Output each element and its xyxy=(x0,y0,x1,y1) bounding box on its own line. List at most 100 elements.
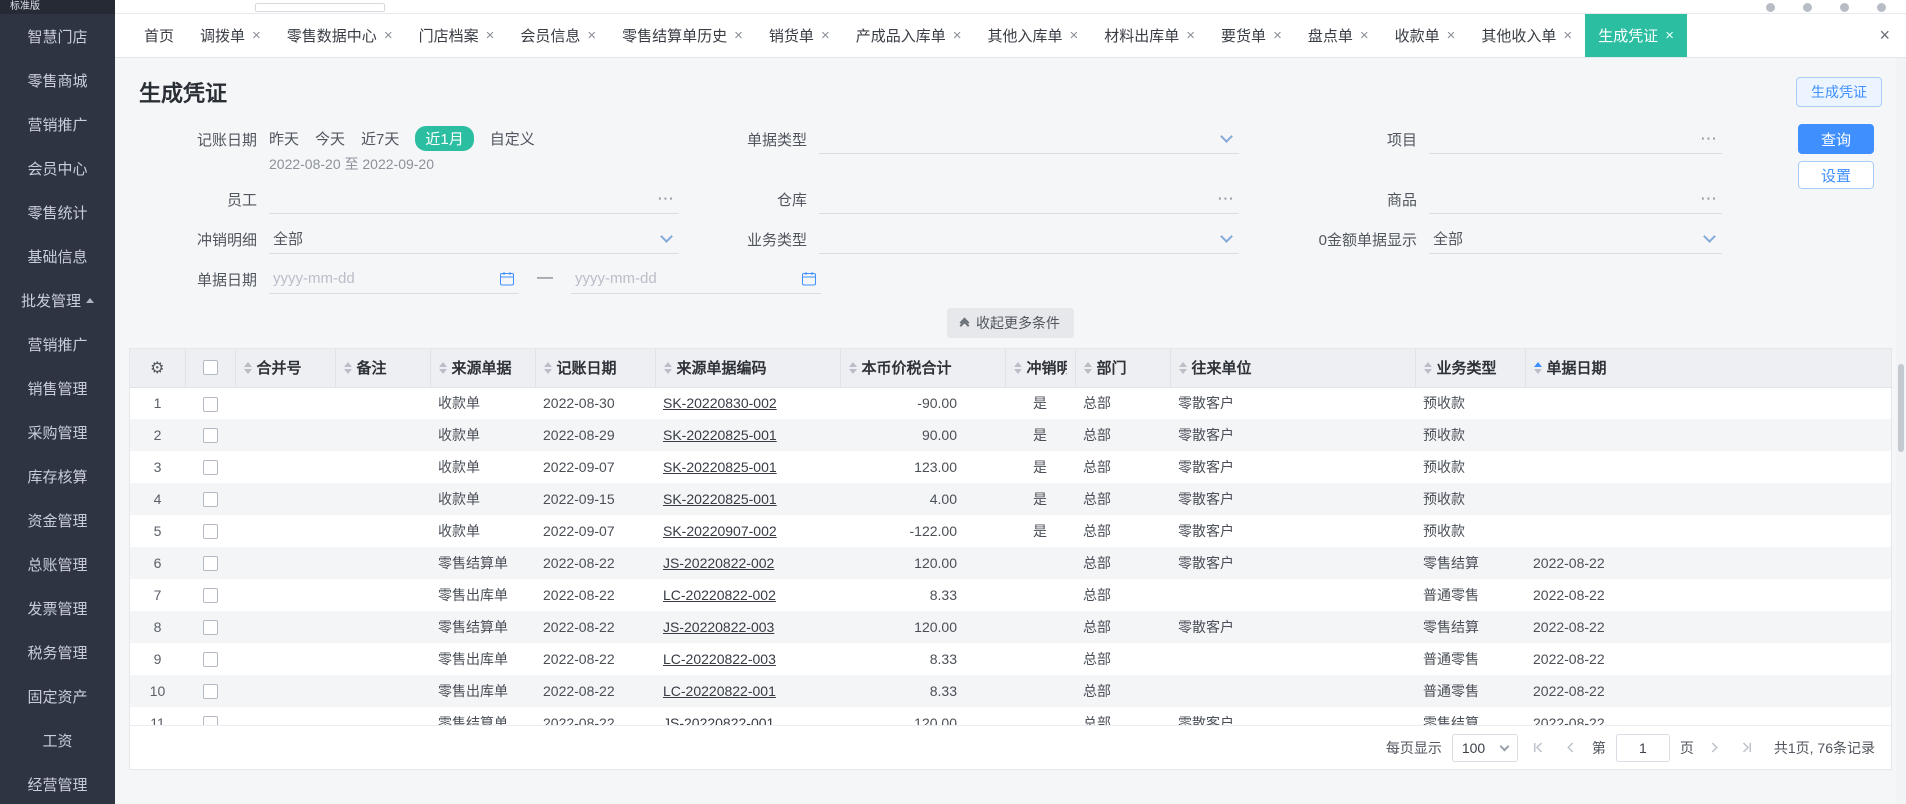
sort-icons[interactable] xyxy=(663,361,672,374)
topbar-icon[interactable] xyxy=(1766,3,1775,12)
tab-close-icon[interactable]: × xyxy=(1070,28,1079,43)
sort-icons[interactable] xyxy=(1013,361,1022,374)
close-all-tabs-icon[interactable]: × xyxy=(1863,25,1906,46)
sidebar-item[interactable]: 采购管理 xyxy=(0,410,115,454)
tab[interactable]: 调拨单 × xyxy=(187,14,274,57)
date-quick-option[interactable]: 近7天 xyxy=(361,128,399,149)
sidebar-item[interactable]: 资金管理 xyxy=(0,498,115,542)
tab[interactable]: 其他收入单 × xyxy=(1468,14,1585,57)
sidebar-item[interactable]: 总账管理 xyxy=(0,542,115,586)
row-checkbox[interactable] xyxy=(202,428,218,444)
tab[interactable]: 销货单 × xyxy=(756,14,843,57)
query-button[interactable]: 查询 xyxy=(1798,124,1874,154)
date-quick-option[interactable]: 近1月 xyxy=(415,125,474,151)
row-checkbox[interactable] xyxy=(202,620,218,636)
topbar-search-input[interactable] xyxy=(255,3,385,12)
tab-close-icon[interactable]: × xyxy=(734,28,743,43)
sidebar-item[interactable]: 零售商城 xyxy=(0,58,115,102)
tab-close-icon[interactable]: × xyxy=(1447,28,1456,43)
sidebar-item[interactable]: 智慧门店 xyxy=(0,14,115,58)
source-doc-link[interactable]: SK-20220830-002 xyxy=(663,395,777,411)
prev-page-icon[interactable] xyxy=(1560,737,1582,759)
tab[interactable]: 生成凭证 × xyxy=(1585,14,1687,57)
tab-close-icon[interactable]: × xyxy=(1186,28,1195,43)
sidebar-item[interactable]: 批发管理 xyxy=(0,278,115,322)
column-header[interactable]: 来源单据编码 xyxy=(655,349,841,388)
row-checkbox[interactable] xyxy=(202,492,218,508)
tab-close-icon[interactable]: × xyxy=(1360,28,1369,43)
topbar-icon[interactable] xyxy=(1877,3,1886,12)
tab[interactable]: 材料出库单 × xyxy=(1091,14,1208,57)
sidebar-item[interactable]: 发票管理 xyxy=(0,586,115,630)
column-header[interactable]: 来源单据 xyxy=(430,349,536,388)
sidebar-item[interactable]: 固定资产 xyxy=(0,674,115,718)
sort-icons[interactable] xyxy=(243,361,252,374)
writeoff-detail-select[interactable]: 全部 xyxy=(269,224,679,254)
sort-icons[interactable] xyxy=(1533,361,1542,374)
column-header[interactable]: 单据日期 xyxy=(1525,349,1891,388)
row-checkbox[interactable] xyxy=(202,588,218,604)
date-quick-option[interactable]: 今天 xyxy=(315,128,345,149)
source-doc-link[interactable]: SK-20220825-001 xyxy=(663,491,777,507)
row-checkbox[interactable] xyxy=(202,524,218,540)
table-settings-gear-icon[interactable]: ⚙ xyxy=(130,349,186,388)
tab[interactable]: 零售数据中心 × xyxy=(274,14,406,57)
row-checkbox[interactable] xyxy=(202,652,218,668)
ellipsis-icon[interactable]: ⋯ xyxy=(1217,190,1235,207)
collapse-filters-button[interactable]: 收起更多条件 xyxy=(947,308,1074,338)
source-doc-link[interactable]: LC-20220822-003 xyxy=(663,651,776,667)
column-header[interactable]: 本币价税合计 xyxy=(840,349,1006,388)
calendar-icon[interactable] xyxy=(801,271,817,287)
tab-close-icon[interactable]: × xyxy=(1665,28,1674,43)
source-doc-link[interactable]: SK-20220825-001 xyxy=(663,427,777,443)
first-page-icon[interactable] xyxy=(1528,737,1550,759)
tab-close-icon[interactable]: × xyxy=(953,28,962,43)
sort-icons[interactable] xyxy=(1423,361,1432,374)
row-checkbox[interactable] xyxy=(202,716,218,725)
page-number-input[interactable] xyxy=(1615,733,1670,762)
sidebar-item[interactable]: 营销推广 xyxy=(0,102,115,146)
project-input[interactable]: ⋯ xyxy=(1429,124,1722,154)
topbar-icon[interactable] xyxy=(1803,3,1812,12)
sort-icons[interactable] xyxy=(543,361,552,374)
tab[interactable]: 门店档案 × xyxy=(406,14,508,57)
tab[interactable]: 要货单 × xyxy=(1208,14,1295,57)
last-page-icon[interactable] xyxy=(1736,737,1758,759)
vertical-scrollbar[interactable] xyxy=(1896,58,1906,804)
source-doc-link[interactable]: JS-20220822-002 xyxy=(663,555,774,571)
tab-close-icon[interactable]: × xyxy=(252,28,261,43)
doc-date-end-input[interactable]: yyyy-mm-dd xyxy=(571,264,821,294)
column-header[interactable]: 部门 xyxy=(1075,349,1171,388)
row-checkbox[interactable] xyxy=(202,684,218,700)
sort-icons[interactable] xyxy=(1178,361,1187,374)
sort-icons[interactable] xyxy=(343,361,352,374)
tab[interactable]: 会员信息 × xyxy=(507,14,609,57)
sidebar-item[interactable]: 经营管理 xyxy=(0,762,115,804)
tab-close-icon[interactable]: × xyxy=(486,28,495,43)
ellipsis-icon[interactable]: ⋯ xyxy=(657,190,675,207)
doc-date-start-input[interactable]: yyyy-mm-dd xyxy=(269,264,519,294)
sidebar-item[interactable]: 零售统计 xyxy=(0,190,115,234)
tab[interactable]: 产成品入库单 × xyxy=(843,14,975,57)
per-page-select[interactable]: 100 xyxy=(1451,733,1518,762)
date-quick-option[interactable]: 自定义 xyxy=(490,128,535,149)
source-doc-link[interactable]: JS-20220822-003 xyxy=(663,619,774,635)
row-checkbox[interactable] xyxy=(202,556,218,572)
select-all-checkbox[interactable] xyxy=(202,360,218,376)
ellipsis-icon[interactable]: ⋯ xyxy=(1700,190,1718,207)
tab-close-icon[interactable]: × xyxy=(384,28,393,43)
employee-input[interactable]: ⋯ xyxy=(269,184,679,214)
warehouse-input[interactable]: ⋯ xyxy=(819,184,1239,214)
ellipsis-icon[interactable]: ⋯ xyxy=(1700,130,1718,147)
scrollbar-thumb[interactable] xyxy=(1898,364,1904,452)
topbar-icon[interactable] xyxy=(1840,3,1849,12)
doc-type-select[interactable] xyxy=(819,124,1239,154)
source-doc-link[interactable]: SK-20220825-001 xyxy=(663,459,777,475)
tab[interactable]: 零售结算单历史 × xyxy=(609,14,756,57)
source-doc-link[interactable]: SK-20220907-002 xyxy=(663,523,777,539)
tab[interactable]: 盘点单 × xyxy=(1295,14,1382,57)
source-doc-link[interactable]: JS-20220822-001 xyxy=(663,715,774,725)
column-header[interactable]: 往来单位 xyxy=(1170,349,1416,388)
sort-icons[interactable] xyxy=(438,361,447,374)
tab[interactable]: 收款单 × xyxy=(1382,14,1469,57)
